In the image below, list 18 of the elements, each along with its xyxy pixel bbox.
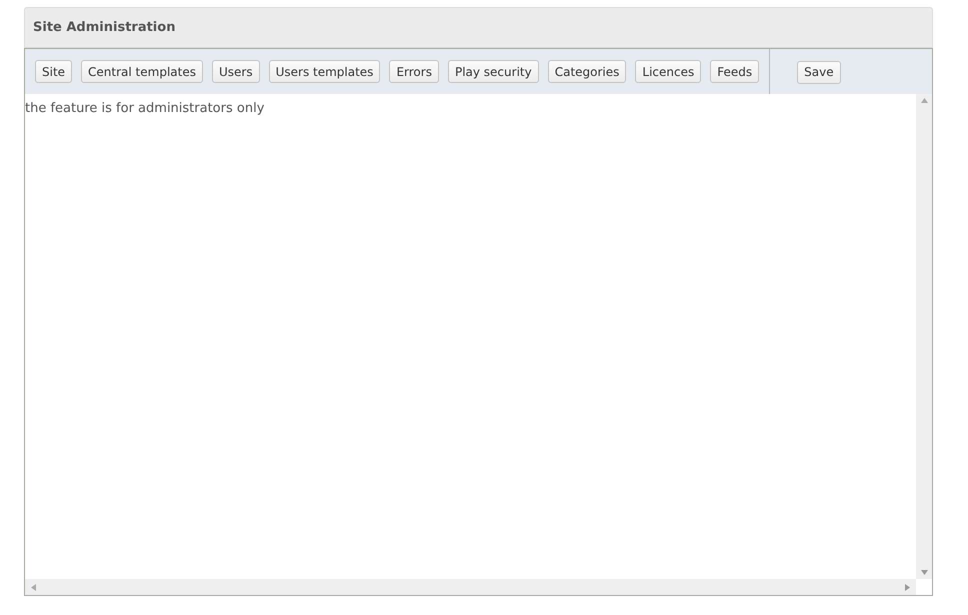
panel-title: Site Administration	[33, 18, 176, 37]
scroll-up-icon[interactable]	[920, 98, 928, 103]
toolbar-button[interactable]: Central templates	[81, 60, 203, 83]
toolbar-button[interactable]: Licences	[635, 60, 702, 83]
vertical-scrollbar[interactable]	[916, 94, 932, 579]
toolbar-button[interactable]: Users templates	[268, 60, 380, 83]
toolbar-button[interactable]: Feeds	[710, 60, 760, 83]
save-button[interactable]: Save	[797, 60, 841, 84]
scroll-left-icon[interactable]	[31, 584, 36, 590]
scroll-down-icon[interactable]	[920, 570, 928, 575]
toolbar-button[interactable]: Site	[35, 60, 72, 83]
horizontal-scrollbar[interactable]	[25, 579, 916, 595]
toolbar-button[interactable]: Users	[212, 60, 260, 83]
toolbar-button[interactable]: Errors	[389, 60, 439, 83]
toolbar-button[interactable]: Play security	[448, 60, 539, 83]
toolbar-button[interactable]: Categories	[548, 60, 626, 83]
scroll-right-icon[interactable]	[905, 584, 910, 590]
message-text: the feature is for administrators only	[25, 101, 264, 116]
